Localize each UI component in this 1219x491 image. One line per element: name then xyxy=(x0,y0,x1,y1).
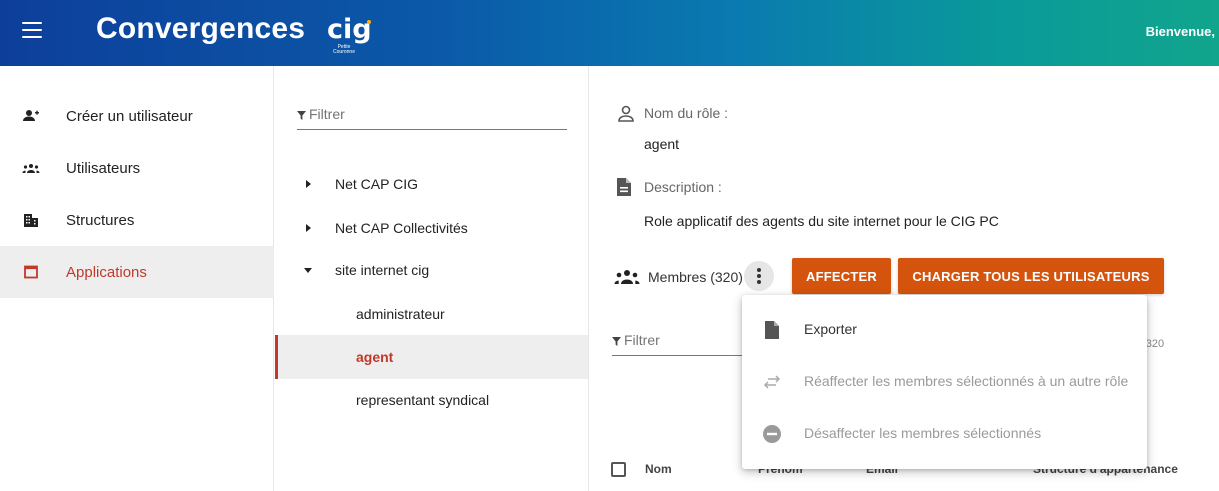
members-actions-menu: Exporter Réaffecter les membres sélectio… xyxy=(742,295,1147,469)
description-label: Description : xyxy=(644,179,722,195)
sidebar-item-label: Créer un utilisateur xyxy=(66,107,193,125)
tree-node-label: agent xyxy=(356,349,394,365)
hamburger-icon[interactable] xyxy=(22,22,42,42)
members-toolbar: Membres (320) AFFECTER CHARGER TOUS LES … xyxy=(590,252,1219,296)
assign-button[interactable]: AFFECTER xyxy=(792,258,891,294)
select-all-checkbox[interactable] xyxy=(611,462,626,477)
tree-filter-input[interactable] xyxy=(309,106,509,122)
building-icon xyxy=(24,214,38,227)
app-title: Convergences xyxy=(96,12,306,45)
role-name-value: agent xyxy=(644,136,680,152)
menu-item-reassign[interactable]: Réaffecter les membres sélectionnés à un… xyxy=(742,357,1147,409)
menu-item-unassign[interactable]: Désaffecter les membres sélectionnés xyxy=(742,409,1147,461)
sidebar-item-users[interactable]: Utilisateurs xyxy=(0,142,274,194)
application-tree: Net CAP CIG Net CAP Collectivités site i… xyxy=(275,66,589,491)
swap-icon xyxy=(763,375,781,389)
tree-node-agent[interactable]: agent xyxy=(275,335,588,379)
tree-node-net-cap-collectivites[interactable]: Net CAP Collectivités xyxy=(275,206,588,250)
caret-down-icon[interactable] xyxy=(304,267,312,273)
welcome-text: Bienvenue, xyxy=(1145,24,1215,39)
menu-item-label: Désaffecter les membres sélectionnés xyxy=(804,425,1042,441)
menu-item-label: Réaffecter les membres sélectionnés à un… xyxy=(804,373,1129,389)
window-icon xyxy=(24,265,38,279)
tree-node-label: Net CAP CIG xyxy=(335,176,418,192)
filter-icon xyxy=(612,337,621,346)
file-icon xyxy=(765,321,779,339)
minus-circle-icon xyxy=(763,425,781,443)
sidebar-item-structures[interactable]: Structures xyxy=(0,194,274,246)
tree-node-label: Net CAP Collectivités xyxy=(335,220,468,236)
app-header: Convergences cig Petite Couronne Bienven… xyxy=(0,0,1219,66)
sidebar-item-label: Utilisateurs xyxy=(66,159,141,177)
menu-item-export[interactable]: Exporter xyxy=(742,305,1147,357)
add-user-icon xyxy=(23,110,39,121)
tree-node-label: site internet cig xyxy=(335,262,430,278)
description-value: Role applicatif des agents du site inter… xyxy=(644,213,999,229)
tree-node-site-internet-cig[interactable]: site internet cig xyxy=(275,248,588,292)
tree-node-net-cap-cig[interactable]: Net CAP CIG xyxy=(275,162,588,206)
sidebar-item-label: Structures xyxy=(66,211,135,229)
tree-node-representant-syndical[interactable]: representant syndical xyxy=(275,378,588,422)
sidebar: Créer un utilisateur Utilisateurs Struct… xyxy=(0,66,274,491)
cig-logo: cig Petite Couronne xyxy=(327,14,372,55)
users-icon xyxy=(614,270,640,284)
menu-item-label: Exporter xyxy=(804,321,857,337)
filter-icon xyxy=(297,111,306,120)
members-filter[interactable] xyxy=(612,330,752,356)
role-name-label: Nom du rôle : xyxy=(644,105,729,121)
members-count-label: Membres (320) xyxy=(648,269,743,285)
caret-right-icon[interactable] xyxy=(306,224,311,232)
column-header-nom[interactable]: Nom xyxy=(645,462,672,476)
caret-right-icon[interactable] xyxy=(306,180,311,188)
users-icon xyxy=(22,164,40,173)
sidebar-item-applications[interactable]: Applications xyxy=(0,246,274,298)
tree-node-label: administrateur xyxy=(356,306,445,322)
sidebar-item-create-user[interactable]: Créer un utilisateur xyxy=(0,90,274,142)
load-all-users-button[interactable]: CHARGER TOUS LES UTILISATEURS xyxy=(898,258,1164,294)
person-icon xyxy=(618,105,634,122)
document-icon xyxy=(617,178,631,196)
tree-filter[interactable] xyxy=(297,104,567,130)
members-filter-input[interactable] xyxy=(624,332,744,348)
tree-node-label: representant syndical xyxy=(356,392,490,408)
tree-node-administrateur[interactable]: administrateur xyxy=(275,292,588,336)
more-vert-icon[interactable] xyxy=(744,261,774,291)
sidebar-item-label: Applications xyxy=(66,263,147,281)
